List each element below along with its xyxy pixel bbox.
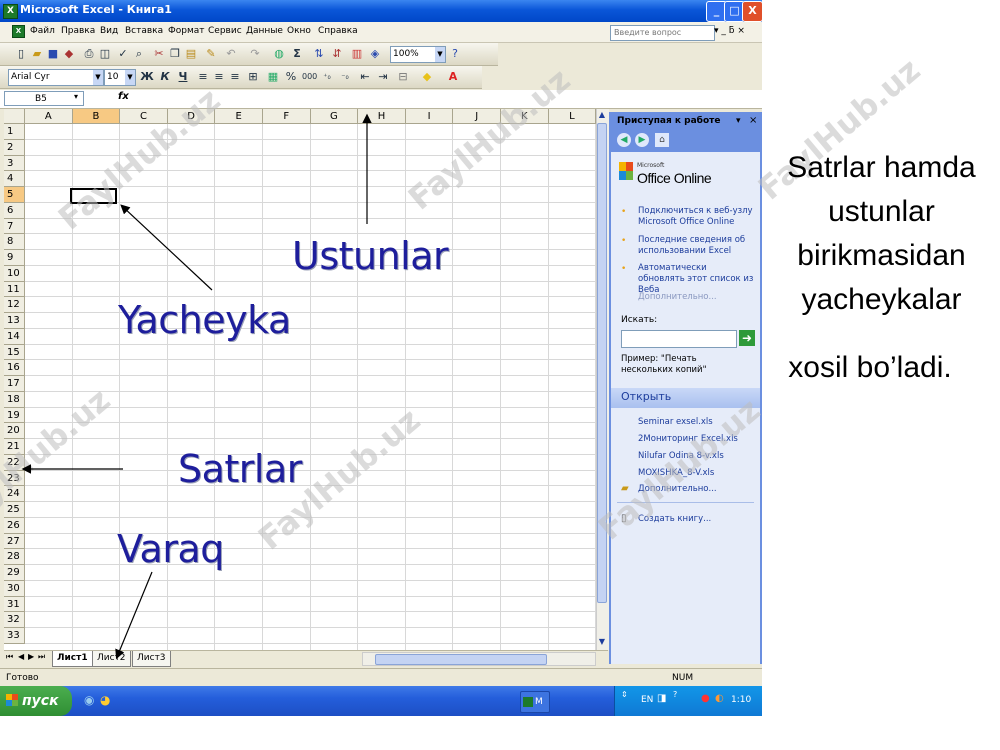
arrow-to-sheet (115, 571, 153, 660)
explanation-line-4: yacheykalar (801, 283, 962, 316)
explanation-line-2: ustunlar (828, 195, 935, 228)
label-sheet: Varaq (117, 527, 224, 571)
explanation-line-1: Satrlar hamda (787, 151, 976, 184)
label-rows: Satrlar (178, 447, 302, 491)
explanation-line-3: birikmasidan (797, 239, 966, 272)
explanation-text-end: xosil bo’ladi. (788, 351, 952, 384)
arrow-to-cell (120, 204, 213, 291)
label-cell: Yacheyka (118, 298, 291, 342)
label-columns: Ustunlar (292, 234, 449, 278)
explanation-text: Satrlar hamda ustunlar birikmasidan yach… (763, 146, 1000, 322)
